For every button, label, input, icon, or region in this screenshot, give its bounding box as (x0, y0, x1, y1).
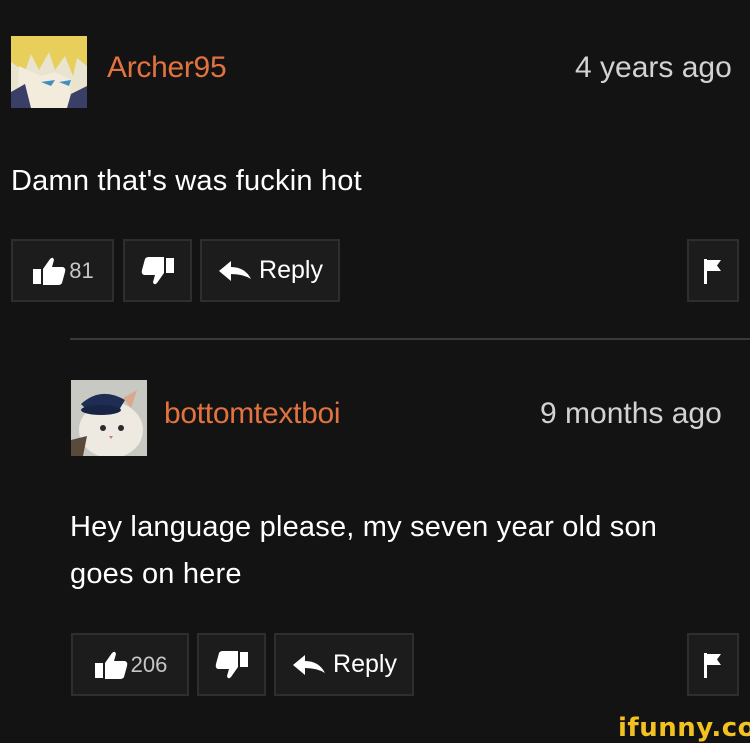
reply-arrow-icon (293, 654, 326, 675)
thumbs-up-icon (94, 651, 127, 679)
flag-button[interactable] (687, 239, 739, 302)
downvote-button[interactable] (197, 633, 266, 696)
comment-timestamp: 9 months ago (540, 397, 722, 430)
flag-button[interactable] (687, 633, 739, 696)
reply-label: Reply (333, 650, 397, 678)
comment-divider (70, 338, 750, 340)
reply-label: Reply (259, 256, 323, 284)
comment-username[interactable]: Archer95 (107, 51, 227, 85)
downvote-button[interactable] (123, 239, 192, 302)
reply-button[interactable]: Reply (274, 633, 414, 696)
thumbs-up-icon (33, 257, 66, 285)
cat-with-hat-avatar-icon (71, 380, 147, 456)
reply-button[interactable]: Reply (200, 239, 340, 302)
thumbs-down-icon (141, 256, 174, 284)
watermark: ifunny.co (618, 713, 750, 743)
thumbs-down-icon (215, 650, 248, 678)
comment-username[interactable]: bottomtextboi (164, 397, 341, 431)
comment-text: Damn that's was fuckin hot (11, 165, 362, 197)
flag-icon (704, 258, 721, 284)
upvote-count: 81 (69, 257, 94, 283)
avatar[interactable] (71, 380, 147, 456)
upvote-count: 206 (130, 651, 168, 677)
upvote-button[interactable]: 206 (71, 633, 189, 696)
avatar[interactable] (11, 36, 87, 108)
comment-text: goes on here (70, 558, 242, 590)
flag-icon (704, 652, 721, 678)
comment-timestamp: 4 years ago (575, 51, 732, 84)
comment-text: Hey language please, my seven year old s… (70, 511, 658, 543)
upvote-button[interactable]: 81 (11, 239, 114, 302)
anime-boy-avatar-icon (11, 36, 87, 108)
reply-arrow-icon (219, 260, 252, 281)
